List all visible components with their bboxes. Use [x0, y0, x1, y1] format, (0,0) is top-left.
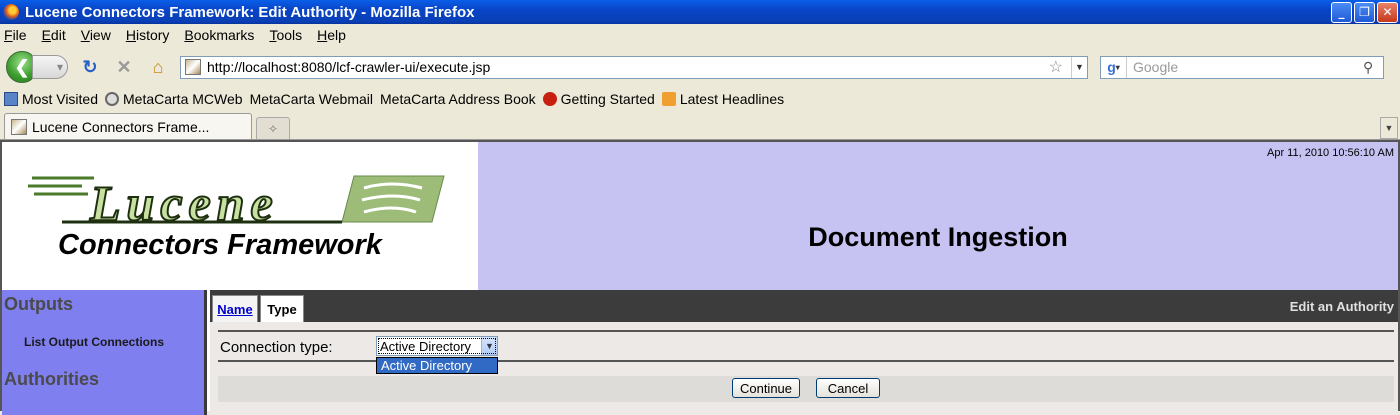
menu-bar: File Edit View History Bookmarks Tools H… [0, 24, 1400, 46]
firefox-icon [3, 4, 19, 20]
main-panel: Name Type Edit an Authority Connection t… [210, 290, 1398, 415]
button-row: Continue Cancel [218, 376, 1394, 402]
minimize-button[interactable]: _ [1331, 1, 1352, 23]
close-button[interactable]: ✕ [1377, 1, 1398, 23]
chevron-down-icon: ▾ [56, 60, 63, 74]
rss-icon [661, 92, 676, 106]
most-visited-icon [4, 92, 18, 106]
browser-tab-label: Lucene Connectors Frame... [32, 118, 210, 135]
logo-subtitle: Connectors Framework [58, 229, 384, 261]
tab-type[interactable]: Type [260, 295, 304, 322]
section-title: Edit an Authority [1289, 299, 1394, 314]
plus-icon: ✧ [267, 121, 279, 136]
maximize-button[interactable]: ❐ [1354, 1, 1375, 23]
bookmark-star-icon[interactable]: ☆ [1049, 57, 1063, 77]
metacarta-icon [105, 92, 119, 106]
browser-tab-active[interactable]: Lucene Connectors Frame... [4, 113, 252, 139]
bookmark-metacarta-address-book[interactable]: MetaCarta Address Book [0, 91, 536, 242]
getting-started-icon [542, 92, 557, 106]
connection-type-label: Connection type: [220, 339, 333, 356]
search-icon[interactable]: ⚲ [1363, 59, 1383, 76]
chevron-down-icon: ▼ [1384, 123, 1394, 133]
window-title-bar: Lucene Connectors Framework: Edit Author… [0, 0, 1400, 24]
lucene-logo: Lucene Connectors Framework [28, 174, 445, 261]
current-datetime: Apr 11, 2010 10:56:10 AM [1267, 147, 1394, 159]
site-favicon-icon [185, 59, 201, 75]
new-tab-button[interactable]: ✧ [256, 117, 290, 139]
page-content: Lucene Connectors Framework Apr 11, 2010… [0, 140, 1400, 415]
menu-edit[interactable]: Edit [42, 27, 66, 43]
url-text[interactable]: http://localhost:8080/lcf-crawler-ui/exe… [207, 59, 1049, 75]
bookmark-getting-started[interactable]: Getting Started [542, 91, 655, 107]
tab-list-button[interactable]: ▼ [1380, 117, 1398, 139]
bookmark-metacarta-webmail[interactable]: MetaCarta Webmail [0, 91, 373, 242]
sidebar-heading-authorities: Authorities [4, 369, 100, 389]
menu-history[interactable]: History [126, 27, 170, 43]
stop-icon[interactable]: ✕ [112, 55, 136, 79]
window-title: Lucene Connectors Framework: Edit Author… [25, 3, 475, 21]
chevron-down-icon[interactable]: ▼ [481, 337, 497, 355]
browser-tab-strip: Lucene Connectors Frame... ✧ ▼ [0, 110, 1400, 140]
divider [218, 330, 1394, 332]
bookmarks-toolbar: Most Visited MetaCarta MCWeb MetaCarta W… [0, 88, 1400, 242]
bookmark-most-visited[interactable]: Most Visited [4, 91, 98, 107]
reload-icon[interactable]: ↻ [78, 55, 102, 79]
form-tabs-bar: Name Type Edit an Authority [210, 290, 1398, 322]
menu-bookmarks[interactable]: Bookmarks [184, 27, 254, 43]
logo-banner: Lucene Connectors Framework [2, 142, 478, 290]
connection-type-select[interactable]: Active Directory ▼ [376, 336, 498, 356]
page-title: Document Ingestion [808, 222, 1068, 252]
google-search-engine-icon[interactable]: g ▾ [1101, 56, 1127, 78]
cancel-button[interactable]: Cancel [816, 378, 880, 398]
sidebar: Outputs List Output Connections Authorit… [2, 290, 207, 415]
menu-help[interactable]: Help [317, 27, 346, 43]
search-input[interactable]: Google [1127, 59, 1363, 75]
home-icon[interactable]: ⌂ [146, 55, 170, 79]
dropdown-option-active-directory[interactable]: Active Directory [376, 357, 498, 374]
menu-file[interactable]: File [4, 27, 27, 43]
address-bar[interactable]: http://localhost:8080/lcf-crawler-ui/exe… [180, 55, 1088, 79]
tab-favicon-icon [11, 118, 27, 135]
header-banner: Apr 11, 2010 10:56:10 AM Document Ingest… [478, 142, 1398, 290]
connection-type-form: Connection type: Active Directory ▼ Acti… [218, 328, 1394, 402]
tab-name[interactable]: Name [212, 295, 258, 322]
continue-button[interactable]: Continue [732, 378, 800, 398]
bookmark-metacarta-mcweb[interactable]: MetaCarta MCWeb [105, 91, 243, 107]
forward-button[interactable]: ▾ [32, 55, 68, 79]
menu-tools[interactable]: Tools [269, 27, 302, 43]
sidebar-item-list-output-connections[interactable]: List Output Connections [2, 335, 204, 349]
url-history-dropdown-icon[interactable]: ▼ [1071, 56, 1087, 78]
menu-view[interactable]: View [81, 27, 111, 43]
back-arrow-icon: ❮ [14, 56, 30, 77]
connection-type-value: Active Directory [380, 338, 472, 354]
navigation-toolbar: ❮ ▾ ↻ ✕ ⌂ http://localhost:8080/lcf-craw… [0, 46, 1400, 88]
sidebar-heading-outputs: Outputs [4, 294, 73, 314]
bookmark-latest-headlines[interactable]: Latest Headlines [661, 91, 784, 107]
search-box[interactable]: g ▾ Google ⚲ [1100, 55, 1384, 79]
